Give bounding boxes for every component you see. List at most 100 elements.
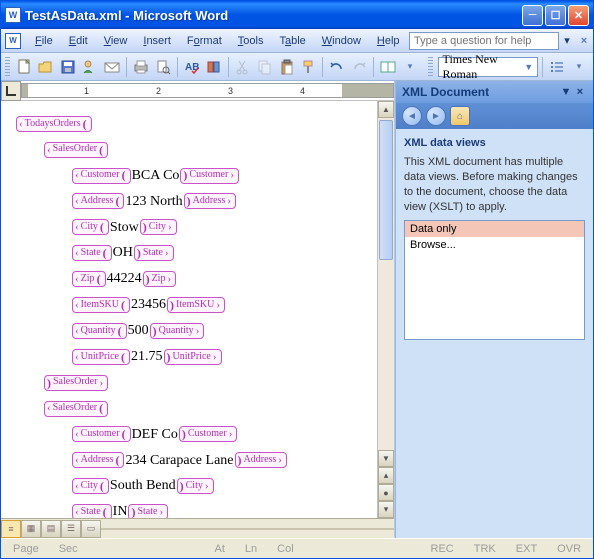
close-button[interactable]: ✕: [568, 5, 589, 26]
xml-value[interactable]: DEF Co: [132, 427, 178, 442]
vertical-scrollbar[interactable]: ▲ ▼ ▴ ● ▾: [377, 101, 394, 518]
data-views-list[interactable]: Data only Browse...: [404, 220, 585, 340]
document-body[interactable]: TodaysOrdersSalesOrderCustomerBCA CoCust…: [1, 101, 377, 518]
xml-tag[interactable]: Zip: [143, 271, 177, 287]
research-icon[interactable]: [204, 56, 224, 78]
xml-value[interactable]: Stow: [110, 220, 139, 235]
menu-format[interactable]: Format: [179, 32, 230, 50]
xml-tag[interactable]: UnitPrice: [164, 349, 222, 365]
menu-tools[interactable]: Tools: [230, 32, 272, 50]
save-icon[interactable]: [58, 56, 78, 78]
pane-header[interactable]: XML Document ▼ ×: [396, 81, 593, 103]
scroll-down-icon[interactable]: ▼: [378, 450, 394, 467]
redo-icon[interactable]: [349, 56, 369, 78]
copy-icon[interactable]: [255, 56, 275, 78]
email-icon[interactable]: [102, 56, 122, 78]
font-selector[interactable]: Times New Roman▼: [438, 57, 539, 77]
xml-value[interactable]: 234 Carapace Lane: [125, 453, 233, 468]
print-preview-icon[interactable]: [153, 56, 173, 78]
print-icon[interactable]: [131, 56, 151, 78]
xml-tag[interactable]: ItemSKU: [72, 297, 130, 313]
xml-value[interactable]: 500: [128, 323, 149, 338]
pane-back-icon[interactable]: ◄: [402, 106, 422, 126]
xml-value[interactable]: IN: [113, 504, 128, 518]
web-view-icon[interactable]: ▦: [21, 520, 41, 538]
horizontal-scrollbar[interactable]: [101, 528, 394, 530]
scroll-thumb[interactable]: [379, 120, 393, 260]
menu-help[interactable]: Help: [369, 32, 408, 50]
menu-window[interactable]: Window: [314, 32, 369, 50]
prev-page-icon[interactable]: ▴: [378, 467, 394, 484]
xml-tag[interactable]: Customer: [180, 168, 239, 184]
outline-view-icon[interactable]: ☰: [61, 520, 81, 538]
xml-tag[interactable]: SalesOrder: [44, 375, 108, 391]
xml-tag[interactable]: SalesOrder: [44, 142, 108, 158]
xml-value[interactable]: BCA Co: [132, 168, 180, 183]
pane-close-icon[interactable]: ×: [573, 86, 587, 98]
help-dropdown-icon[interactable]: ▾: [561, 34, 573, 47]
menu-file[interactable]: File: [27, 32, 61, 50]
menu-insert[interactable]: Insert: [135, 32, 179, 50]
spellcheck-icon[interactable]: AB: [182, 56, 202, 78]
undo-icon[interactable]: [327, 56, 347, 78]
xml-tag[interactable]: ItemSKU: [167, 297, 225, 313]
xml-tag[interactable]: State: [134, 245, 174, 261]
cut-icon[interactable]: [233, 56, 253, 78]
list-item[interactable]: Browse...: [405, 237, 584, 253]
xml-value[interactable]: 44224: [107, 271, 142, 286]
xml-tag[interactable]: City: [72, 478, 109, 494]
xml-tag[interactable]: Address: [72, 452, 124, 468]
xml-tag[interactable]: Zip: [72, 271, 106, 287]
xml-tag[interactable]: Address: [184, 193, 236, 209]
xml-tag[interactable]: Address: [72, 193, 124, 209]
menu-close-icon[interactable]: ×: [577, 35, 591, 47]
xml-tag[interactable]: TodaysOrders: [16, 116, 92, 132]
xml-value[interactable]: 23456: [131, 297, 166, 312]
xml-tag[interactable]: Customer: [72, 168, 131, 184]
xml-tag[interactable]: Quantity: [72, 323, 127, 339]
xml-value[interactable]: 123 North: [125, 194, 182, 209]
browse-object-icon[interactable]: ●: [378, 484, 394, 501]
xml-tag[interactable]: SalesOrder: [44, 401, 108, 417]
bullets-icon[interactable]: [547, 56, 567, 78]
read-icon[interactable]: [378, 56, 398, 78]
xml-value[interactable]: OH: [113, 245, 133, 260]
xml-tag[interactable]: State: [128, 504, 168, 518]
scroll-up-icon[interactable]: ▲: [378, 101, 394, 118]
tab-selector[interactable]: [1, 81, 21, 101]
new-doc-icon[interactable]: [15, 56, 35, 78]
list-item[interactable]: Data only: [405, 221, 584, 237]
format-painter-icon[interactable]: [299, 56, 319, 78]
menu-table[interactable]: Table: [271, 32, 313, 50]
xml-tag[interactable]: UnitPrice: [72, 349, 130, 365]
print-view-icon[interactable]: ▤: [41, 520, 61, 538]
xml-tag[interactable]: Customer: [179, 426, 238, 442]
toolbar-grip[interactable]: [5, 57, 10, 77]
normal-view-icon[interactable]: ≡: [1, 520, 21, 538]
xml-tag[interactable]: State: [72, 245, 112, 261]
pane-menu-icon[interactable]: ▼: [559, 86, 573, 98]
xml-tag[interactable]: State: [72, 504, 112, 518]
xml-value[interactable]: South Bend: [110, 478, 176, 493]
pane-home-icon[interactable]: ⌂: [450, 106, 470, 126]
xml-tag[interactable]: Quantity: [150, 323, 205, 339]
toolbar-options-icon-2[interactable]: ▾: [569, 56, 589, 78]
xml-tag[interactable]: Address: [235, 452, 287, 468]
xml-tag[interactable]: City: [72, 219, 109, 235]
next-page-icon[interactable]: ▾: [378, 501, 394, 518]
xml-tag[interactable]: Customer: [72, 426, 131, 442]
pane-forward-icon[interactable]: ►: [426, 106, 446, 126]
paste-icon[interactable]: [277, 56, 297, 78]
maximize-button[interactable]: ☐: [545, 5, 566, 26]
xml-tag[interactable]: City: [177, 478, 214, 494]
minimize-button[interactable]: ─: [522, 5, 543, 26]
help-search-input[interactable]: [409, 32, 559, 50]
xml-tag[interactable]: City: [140, 219, 177, 235]
open-icon[interactable]: [36, 56, 56, 78]
horizontal-ruler[interactable]: 1 2 3 4: [1, 81, 394, 101]
menu-edit[interactable]: Edit: [61, 32, 96, 50]
xml-value[interactable]: 21.75: [131, 349, 163, 364]
reading-view-icon[interactable]: ▭: [81, 520, 101, 538]
toolbar-options-icon[interactable]: ▾: [400, 56, 420, 78]
permission-icon[interactable]: [80, 56, 100, 78]
